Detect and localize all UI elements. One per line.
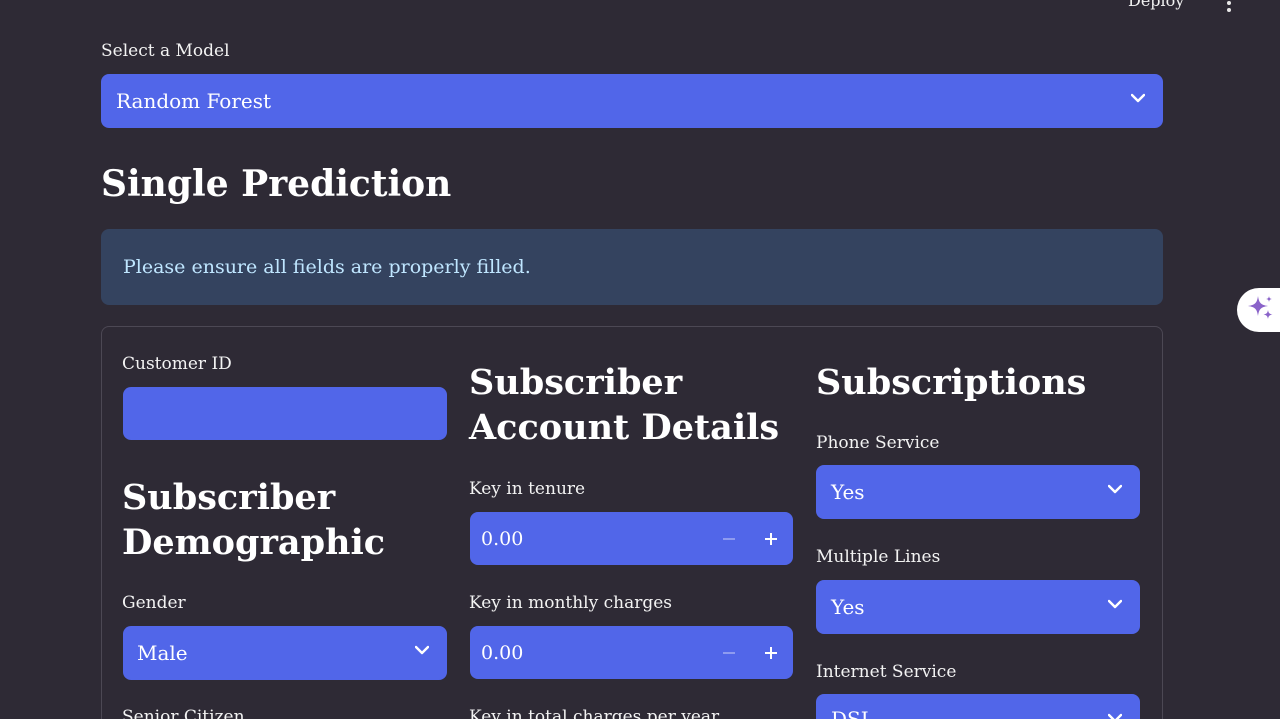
info-alert-text: Please ensure all fields are properly fi… [123,256,531,278]
subscriptions-title: Subscriptions [816,362,1087,403]
customer-id-input[interactable] [123,387,447,440]
internet-service-select[interactable]: DSL [816,694,1140,719]
model-select[interactable]: Random Forest [101,74,1163,128]
senior-citizen-label: Senior Citizen [122,707,245,719]
info-alert: Please ensure all fields are properly fi… [101,229,1163,305]
monthly-charges-value: 0.00 [481,641,524,664]
tenure-label: Key in tenure [469,479,586,499]
tenure-input[interactable]: 0.00 [470,512,793,565]
total-charges-label: Key in total charges per year [469,707,720,719]
account-title-line2: Account Details [469,407,780,448]
chevron-down-icon [1108,599,1122,611]
account-title-line1: Subscriber [469,362,683,403]
model-select-value: Random Forest [116,89,272,113]
customer-id-label: Customer ID [122,354,232,374]
monthly-charges-input[interactable]: 0.00 [470,626,793,679]
multiple-lines-value: Yes [831,595,865,619]
minus-icon[interactable] [723,651,735,654]
gender-select-value: Male [137,641,188,665]
demographic-title-line2: Demographic [122,522,386,563]
deploy-button[interactable]: Deploy [1128,0,1184,10]
chevron-down-icon [1131,93,1145,105]
internet-service-value: DSL [831,707,875,719]
page-title: Single Prediction [101,163,452,205]
gender-label: Gender [122,593,186,613]
chevron-down-icon [415,645,429,657]
assistant-button[interactable] [1237,288,1280,332]
phone-service-label: Phone Service [816,433,940,453]
chevron-down-icon [1108,713,1122,719]
minus-icon[interactable] [723,537,735,540]
multiple-lines-label: Multiple Lines [816,547,941,567]
sparkles-icon [1245,293,1275,327]
gender-select[interactable]: Male [123,626,447,680]
app-page: Deploy Select a Model Random Forest Sing… [0,0,1280,719]
model-select-label: Select a Model [101,41,230,61]
demographic-title-line1: Subscriber [122,477,336,518]
tenure-value: 0.00 [481,527,524,550]
phone-service-select[interactable]: Yes [816,465,1140,519]
plus-icon[interactable] [765,532,777,545]
chevron-down-icon [1108,484,1122,496]
plus-icon[interactable] [765,646,777,659]
internet-service-label: Internet Service [816,662,957,682]
multiple-lines-select[interactable]: Yes [816,580,1140,634]
kebab-menu-icon[interactable] [1220,0,1238,12]
phone-service-value: Yes [831,480,865,504]
monthly-charges-label: Key in monthly charges [469,593,673,613]
